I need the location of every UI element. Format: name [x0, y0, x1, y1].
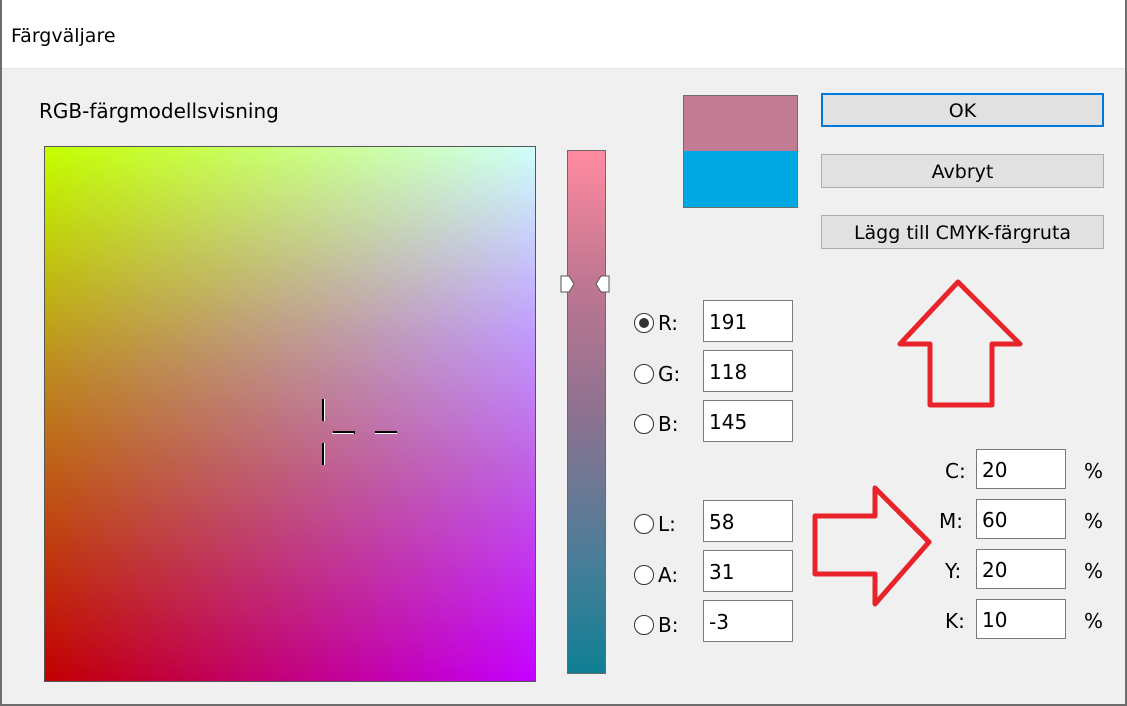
title-bar: Färgväljare [2, 0, 1125, 69]
window-title: Färgväljare [11, 25, 116, 47]
input-y[interactable]: 20 [976, 549, 1066, 589]
unit-y: % [1084, 559, 1104, 583]
label-g: G: [658, 362, 681, 386]
input-m[interactable]: 60 [976, 499, 1066, 539]
current-color-swatch [683, 151, 798, 208]
label-b: B: [658, 412, 679, 436]
input-l[interactable]: 58 [703, 500, 793, 542]
label-r: R: [658, 311, 679, 335]
input-k[interactable]: 10 [976, 599, 1066, 639]
right-arrow-icon [812, 485, 932, 607]
input-c[interactable]: 20 [976, 449, 1066, 489]
cancel-button[interactable]: Avbryt [821, 154, 1104, 188]
input-g[interactable]: 118 [703, 350, 793, 392]
radio-l[interactable] [634, 514, 654, 534]
radio-dot-icon [639, 318, 649, 328]
up-arrow-icon [897, 279, 1023, 408]
input-a[interactable]: 31 [703, 550, 793, 592]
ok-button[interactable]: OK [821, 93, 1104, 127]
radio-b[interactable] [634, 414, 654, 434]
label-a: A: [658, 563, 679, 587]
radio-r[interactable] [634, 313, 654, 333]
slider-handle[interactable] [560, 275, 612, 295]
label-y: Y: [945, 559, 962, 583]
new-color-swatch [683, 95, 798, 152]
radio-lab-b[interactable] [634, 615, 654, 635]
channel-slider[interactable] [567, 150, 606, 674]
input-lab-b[interactable]: -3 [703, 600, 793, 642]
input-r[interactable]: 191 [703, 300, 793, 342]
add-cmyk-swatch-button[interactable]: Lägg till CMYK-färgruta [821, 215, 1104, 249]
label-c: C: [945, 459, 966, 483]
unit-m: % [1084, 509, 1104, 533]
radio-g[interactable] [634, 364, 654, 384]
label-k: K: [945, 609, 965, 633]
label-lab-b: B: [658, 613, 679, 637]
color-picker-dialog: Färgväljare RGB-färgmodellsvisning OK Av… [0, 0, 1127, 706]
input-b[interactable]: 145 [703, 400, 793, 442]
radio-a[interactable] [634, 565, 654, 585]
color-model-view-label: RGB-färgmodellsvisning [39, 99, 279, 123]
unit-c: % [1084, 459, 1104, 483]
unit-k: % [1084, 609, 1104, 633]
color-field[interactable] [44, 146, 536, 682]
label-m: M: [939, 509, 963, 533]
label-l: L: [658, 512, 676, 536]
